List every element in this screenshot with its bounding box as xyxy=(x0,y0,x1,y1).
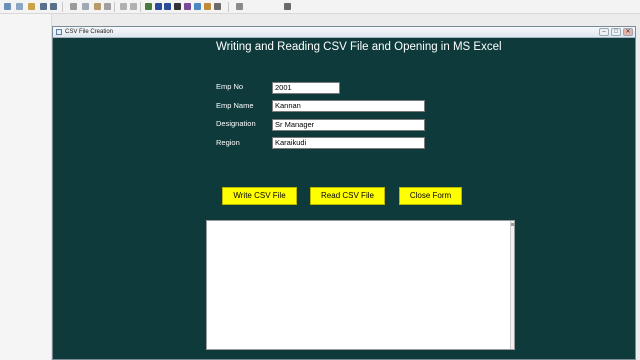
ide-toolbar xyxy=(0,0,640,14)
title-bar[interactable]: CSV File Creation – □ ✕ xyxy=(53,27,635,38)
add-item-icon[interactable] xyxy=(16,3,23,10)
toolbar-separator xyxy=(114,2,115,12)
toolbox-icon[interactable] xyxy=(204,3,211,10)
redo-icon[interactable] xyxy=(130,3,137,10)
close-form-button[interactable]: Close Form xyxy=(399,187,462,205)
delete-icon[interactable] xyxy=(104,3,111,10)
toolbar-separator xyxy=(62,2,63,12)
window-title: CSV File Creation xyxy=(65,29,114,35)
undo-icon[interactable] xyxy=(120,3,127,10)
break-icon[interactable] xyxy=(155,3,162,10)
maximize-button[interactable]: □ xyxy=(611,28,621,36)
align-grid-icon[interactable] xyxy=(236,3,243,10)
designation-input[interactable]: Sr Manager xyxy=(272,119,425,131)
close-button[interactable]: ✕ xyxy=(623,28,633,36)
toolbar-separator xyxy=(140,2,141,12)
emp-name-input[interactable]: Kannan xyxy=(272,100,425,112)
scroll-up-arrow-icon[interactable] xyxy=(511,223,514,226)
new-project-icon[interactable] xyxy=(4,3,11,10)
save-all-icon[interactable] xyxy=(50,3,57,10)
cut-icon[interactable] xyxy=(70,3,77,10)
output-scrollbar[interactable] xyxy=(510,221,514,349)
toolbar-separator xyxy=(228,2,229,12)
minimize-button[interactable]: – xyxy=(599,28,609,36)
properties-icon[interactable] xyxy=(184,3,191,10)
region-label: Region xyxy=(216,138,240,147)
copy-icon[interactable] xyxy=(82,3,89,10)
object-browser-icon[interactable] xyxy=(194,3,201,10)
save-icon[interactable] xyxy=(40,3,47,10)
emp-name-label: Emp Name xyxy=(216,101,254,110)
csv-form-window: CSV File Creation – □ ✕ Writing and Read… xyxy=(52,26,636,360)
paste-icon[interactable] xyxy=(94,3,101,10)
layout-icon[interactable] xyxy=(284,3,291,10)
form-icon xyxy=(56,29,62,35)
ide-left-panel xyxy=(0,14,52,360)
designation-label: Designation xyxy=(216,119,256,128)
stop-icon[interactable] xyxy=(164,3,171,10)
open-file-icon[interactable] xyxy=(28,3,35,10)
start-icon[interactable] xyxy=(145,3,152,10)
emp-no-label: Emp No xyxy=(216,82,244,91)
output-textarea[interactable] xyxy=(206,220,515,350)
read-csv-button[interactable]: Read CSV File xyxy=(310,187,385,205)
form-heading: Writing and Reading CSV File and Opening… xyxy=(216,41,502,53)
options-icon[interactable] xyxy=(214,3,221,10)
emp-no-input[interactable]: 2001 xyxy=(272,82,340,94)
region-input[interactable]: Karaikudi xyxy=(272,137,425,149)
write-csv-button[interactable]: Write CSV File xyxy=(222,187,297,205)
solution-explorer-icon[interactable] xyxy=(174,3,181,10)
